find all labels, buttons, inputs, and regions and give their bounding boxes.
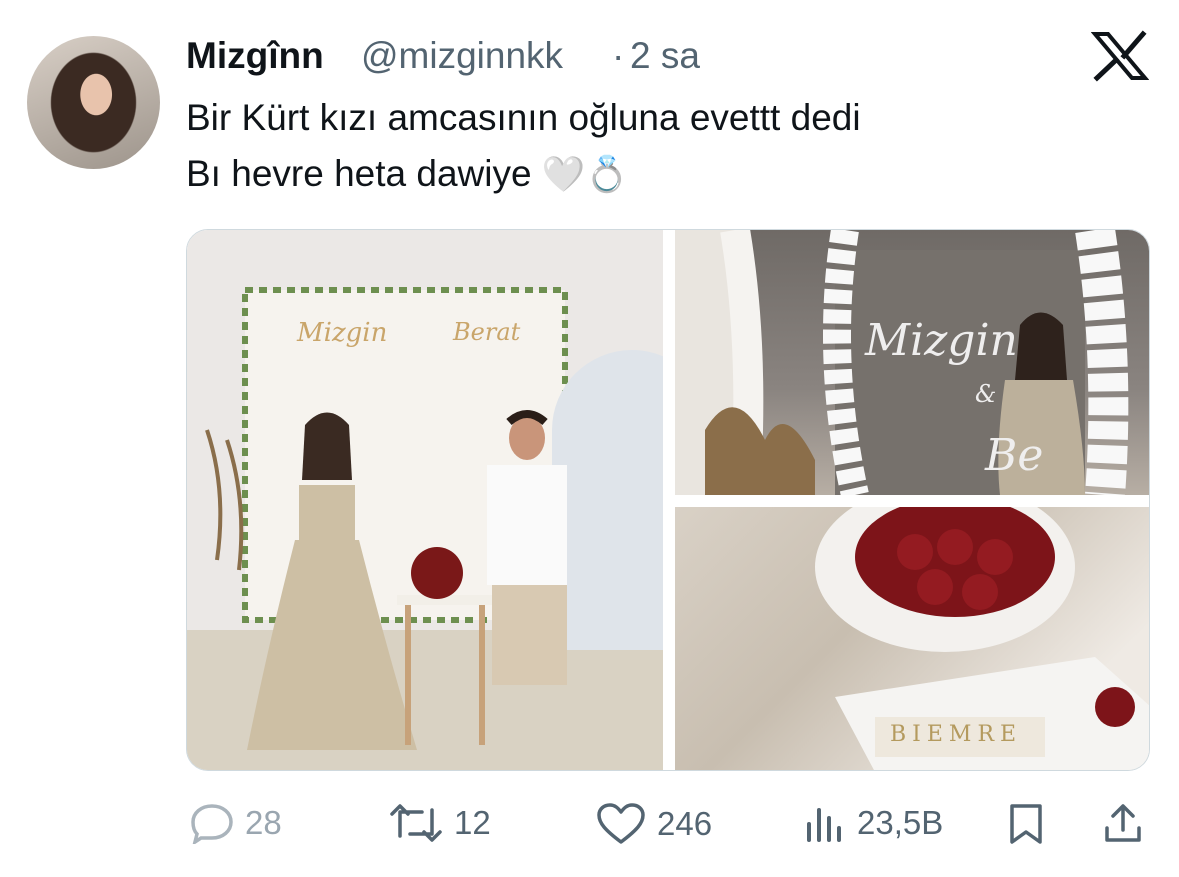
photo-roses-bouquet[interactable]: BIEMRE <box>675 507 1149 770</box>
media-grid: Mizgin Berat Mizgin & Be BIEMRE <box>186 229 1150 771</box>
photo2-name: Mizgin <box>865 315 1018 366</box>
views-button[interactable]: 23,5B <box>803 802 943 844</box>
heart-icon <box>597 803 645 844</box>
like-count: 246 <box>657 805 713 842</box>
bookmark-icon <box>1010 804 1042 844</box>
bookmark-button[interactable] <box>1006 802 1046 846</box>
views-count: 23,5B <box>857 804 944 841</box>
photo-couple[interactable]: Mizgin Berat <box>187 230 663 770</box>
avatar[interactable] <box>27 36 160 169</box>
user-handle[interactable]: @mizginnkk <box>361 35 563 77</box>
tweet-text-line-1: Bir Kürt kızı amcasının oğluna evettt de… <box>186 97 861 138</box>
timestamp[interactable]: 2 sa <box>630 35 700 77</box>
photo1-name-left: Mizgin <box>297 318 388 348</box>
display-name[interactable]: Mizgînn <box>186 35 324 77</box>
reply-button[interactable]: 28 <box>189 802 282 844</box>
reply-icon <box>191 804 233 844</box>
photo3-tiles: BIEMRE <box>890 722 1023 747</box>
separator-dot: · <box>612 35 625 76</box>
like-button[interactable]: 246 <box>595 802 712 846</box>
white-heart-icon: 🤍 <box>541 155 586 194</box>
photo2-name-2: Be <box>985 430 1044 481</box>
tweet-text-line-2-text: Bı hevre heta dawiye <box>186 153 532 194</box>
tweet-text-line-2: Bı hevre heta dawiye 🤍💍 <box>186 153 629 195</box>
share-icon <box>1105 804 1141 842</box>
x-logo-icon[interactable] <box>1091 30 1149 82</box>
photo2-ampersand: & <box>975 380 997 408</box>
reply-count: 28 <box>245 804 282 841</box>
photo1-name-right: Berat <box>453 318 521 346</box>
retweet-button[interactable]: 12 <box>388 802 491 844</box>
share-button[interactable] <box>1101 800 1145 846</box>
views-chart-icon <box>807 808 841 842</box>
ring-icon: 💍 <box>585 155 630 194</box>
photo-mirror-selfie[interactable]: Mizgin & Be <box>675 230 1149 495</box>
retweet-icon <box>390 804 442 842</box>
retweet-count: 12 <box>454 804 491 841</box>
